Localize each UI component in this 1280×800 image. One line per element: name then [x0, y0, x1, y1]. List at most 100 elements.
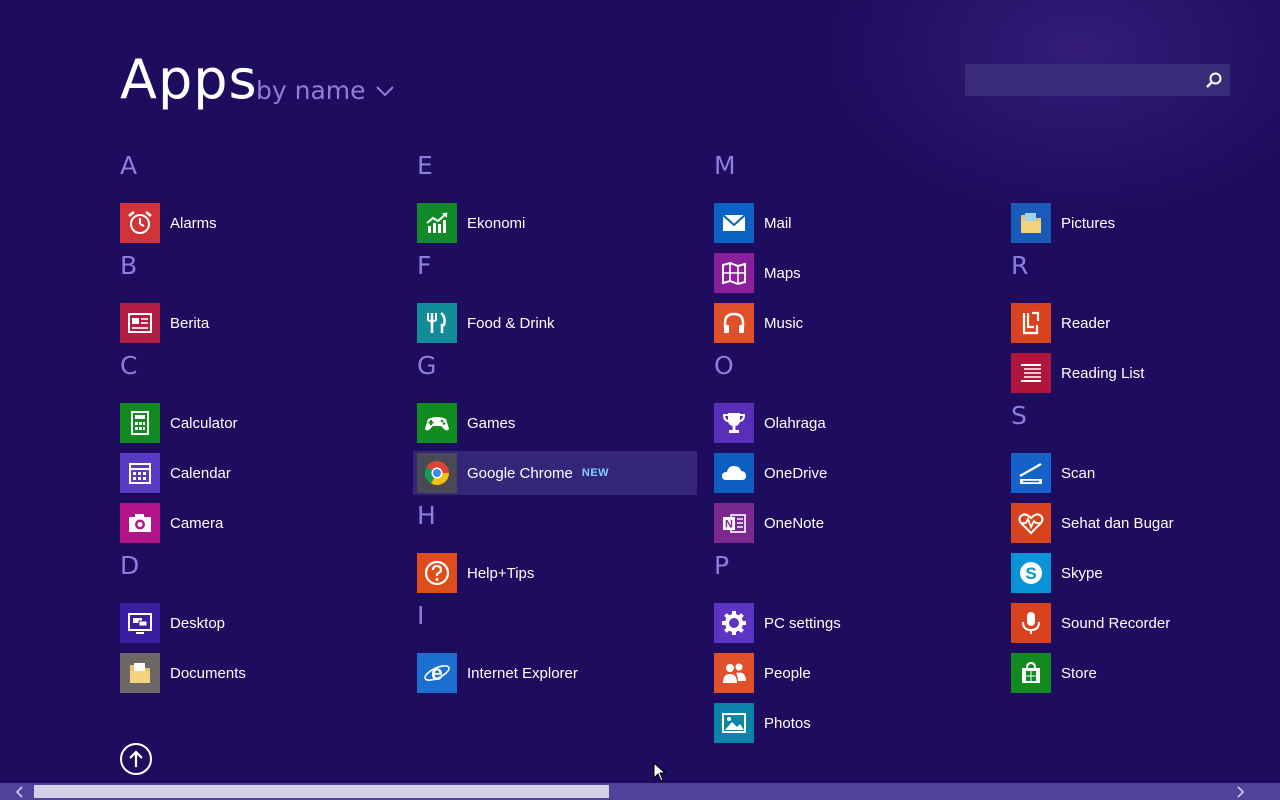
- app-tile-reader[interactable]: Reader: [1011, 298, 1280, 348]
- group-header-f[interactable]: F: [417, 248, 702, 298]
- app-label: Ekonomi: [467, 214, 526, 232]
- app-label: Store: [1061, 664, 1097, 682]
- group-header-e[interactable]: E: [417, 148, 702, 198]
- chart-up-icon: [417, 203, 457, 243]
- scroll-right-arrow-icon[interactable]: [1232, 783, 1249, 800]
- app-tile-calculator[interactable]: Calculator: [120, 398, 405, 448]
- app-tile-google-chrome[interactable]: Google Chrome NEW: [413, 448, 702, 498]
- app-label: PC settings: [764, 614, 841, 632]
- group-header-a[interactable]: A: [120, 148, 405, 198]
- app-label: Sound Recorder: [1061, 614, 1171, 632]
- app-tile-documents[interactable]: Documents: [120, 648, 405, 698]
- start-screen-button[interactable]: [120, 743, 152, 775]
- app-tile-camera[interactable]: Camera: [120, 498, 405, 548]
- app-label: Documents: [170, 664, 246, 682]
- app-tile-music[interactable]: Music: [714, 298, 999, 348]
- app-label: Skype: [1061, 564, 1103, 582]
- fork-knife-icon: [417, 303, 457, 343]
- apps-column-4: Pictures R Reader Reading List S Scan Sehat da…: [1011, 148, 1280, 698]
- app-tile-games[interactable]: Games: [417, 398, 702, 448]
- app-tile-skype[interactable]: S Skype: [1011, 548, 1280, 598]
- group-letter: C: [120, 351, 138, 380]
- app-tile-people[interactable]: People: [714, 648, 999, 698]
- horizontal-scrollbar[interactable]: [0, 783, 1280, 800]
- app-label: Calculator: [170, 414, 238, 432]
- scroll-left-arrow-icon[interactable]: [10, 783, 27, 800]
- group-letter: I: [417, 601, 425, 630]
- group-header-b[interactable]: B: [120, 248, 405, 298]
- microphone-icon: [1011, 603, 1051, 643]
- svg-text:N: N: [725, 519, 733, 531]
- app-tile-olahraga[interactable]: Olahraga: [714, 398, 999, 448]
- apps-column-1: A Alarms B Berita C Calculator Calendar Camera D…: [120, 148, 405, 698]
- group-header-s[interactable]: S: [1011, 398, 1280, 448]
- camera-icon: [120, 503, 160, 543]
- app-tile-pc-settings[interactable]: PC settings: [714, 598, 999, 648]
- group-header-r[interactable]: R: [1011, 248, 1280, 298]
- app-tile-sound-recorder[interactable]: Sound Recorder: [1011, 598, 1280, 648]
- scrollbar-thumb[interactable]: [34, 785, 609, 798]
- svg-text:S: S: [1025, 564, 1036, 583]
- search-icon[interactable]: [1204, 70, 1224, 90]
- group-header-m[interactable]: M: [714, 148, 999, 198]
- group-header-d[interactable]: D: [120, 548, 405, 598]
- help-icon: [417, 553, 457, 593]
- group-letter: O: [714, 351, 734, 380]
- svg-text:e: e: [431, 662, 443, 685]
- heart-pulse-icon: [1011, 503, 1051, 543]
- photo-icon: [714, 703, 754, 743]
- group-letter: F: [417, 251, 432, 280]
- app-tile-desktop[interactable]: Desktop: [120, 598, 405, 648]
- app-tile-onedrive[interactable]: OneDrive: [714, 448, 999, 498]
- cloud-icon: [714, 453, 754, 493]
- app-label: Scan: [1061, 464, 1096, 482]
- chrome-icon: [417, 453, 457, 493]
- app-label: Reading List: [1061, 364, 1145, 382]
- app-tile-calendar[interactable]: Calendar: [120, 448, 405, 498]
- app-tile-sehat-dan-bugar[interactable]: Sehat dan Bugar: [1011, 498, 1280, 548]
- search-input[interactable]: [965, 64, 1209, 96]
- app-tile-food-and-drink[interactable]: Food & Drink: [417, 298, 702, 348]
- app-tile-alarms[interactable]: Alarms: [120, 198, 405, 248]
- app-label: OneDrive: [764, 464, 828, 482]
- app-tile-mail[interactable]: Mail: [714, 198, 999, 248]
- onenote-icon: N: [714, 503, 754, 543]
- app-label: Internet Explorer: [467, 664, 578, 682]
- app-tile-ekonomi[interactable]: Ekonomi: [417, 198, 702, 248]
- app-tile-reading-list[interactable]: Reading List: [1011, 348, 1280, 398]
- group-header-h[interactable]: H: [417, 498, 702, 548]
- arrow-up-icon: [129, 750, 143, 767]
- skype-icon: S: [1011, 553, 1051, 593]
- app-label: Olahraga: [764, 414, 826, 432]
- app-tile-scan[interactable]: Scan: [1011, 448, 1280, 498]
- app-label: Berita: [170, 314, 210, 332]
- app-tile-onenote[interactable]: N OneNote: [714, 498, 999, 548]
- app-tile-help-tips[interactable]: Help+Tips: [417, 548, 702, 598]
- group-header-c[interactable]: C: [120, 348, 405, 398]
- app-tile-maps[interactable]: Maps: [714, 248, 999, 298]
- app-label: Photos: [764, 714, 811, 732]
- mail-icon: [714, 203, 754, 243]
- sort-by-dropdown[interactable]: by name: [256, 76, 394, 106]
- app-label: Help+Tips: [467, 564, 535, 582]
- group-letter: D: [120, 551, 140, 580]
- app-label: Google Chrome: [467, 464, 573, 482]
- desktop-icon: [120, 603, 160, 643]
- group-header-g[interactable]: G: [417, 348, 702, 398]
- app-tile-pictures[interactable]: Pictures: [1011, 198, 1280, 248]
- group-header-p[interactable]: P: [714, 548, 999, 598]
- app-tile-internet-explorer[interactable]: e Internet Explorer: [417, 648, 702, 698]
- app-label: Mail: [764, 214, 792, 232]
- app-tile-photos[interactable]: Photos: [714, 698, 999, 748]
- group-header-o[interactable]: O: [714, 348, 999, 398]
- page-title: Apps: [120, 48, 258, 111]
- app-tile-store[interactable]: Store: [1011, 648, 1280, 698]
- alarm-clock-icon: [120, 203, 160, 243]
- group-letter: S: [1011, 401, 1027, 430]
- group-header-i[interactable]: I: [417, 598, 702, 648]
- app-label: Music: [764, 314, 804, 332]
- app-tile-berita[interactable]: Berita: [120, 298, 405, 348]
- sort-label: by name: [256, 76, 366, 105]
- app-label: Pictures: [1061, 214, 1116, 232]
